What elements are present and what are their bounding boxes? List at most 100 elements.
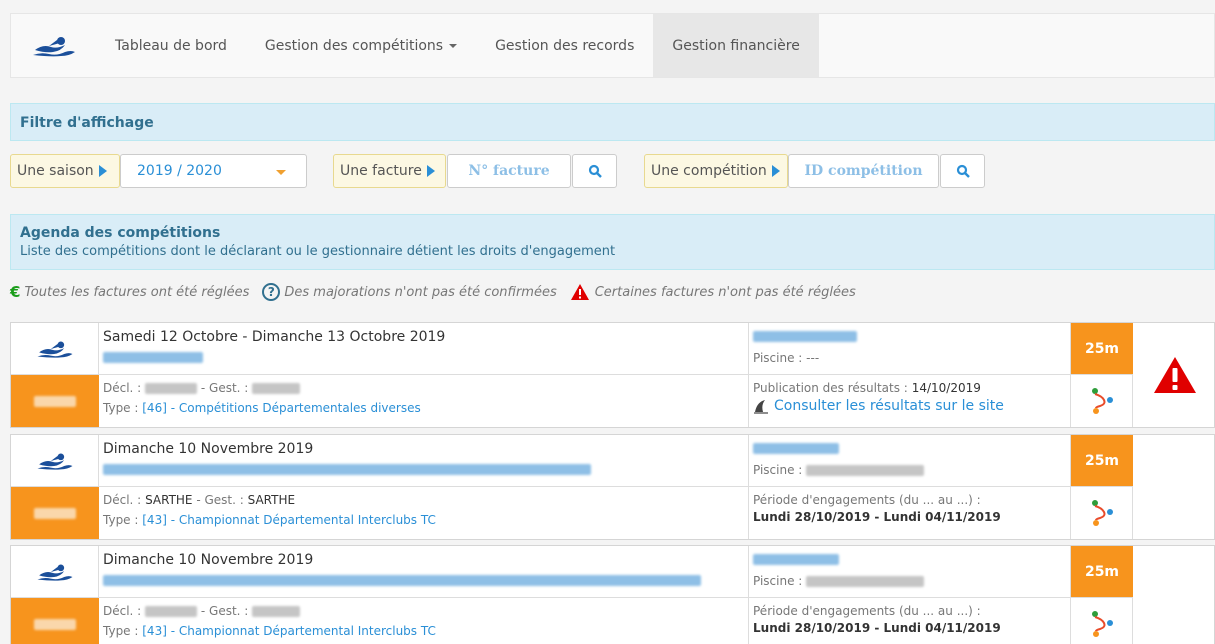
play-arrow-icon bbox=[771, 165, 780, 177]
competition-row[interactable]: Dimanche 10 Novembre 2019 Décl. : SARTHE… bbox=[10, 434, 1215, 540]
agenda-title: Agenda des compétitions bbox=[20, 225, 221, 241]
info-value: Lundi 28/10/2019 - Lundi 04/11/2019 bbox=[753, 510, 1001, 524]
season-label: Une saison bbox=[17, 163, 94, 179]
competition-type-link[interactable]: [43] - Championnat Départemental Intercl… bbox=[142, 513, 436, 527]
info-label: Période d'engagements (du ... au ...) : bbox=[753, 604, 981, 618]
redacted-code bbox=[34, 618, 76, 630]
unpaid-alert[interactable] bbox=[1133, 323, 1215, 427]
invoice-input[interactable]: N° facture bbox=[447, 154, 571, 188]
search-icon bbox=[588, 164, 602, 178]
question-circle-icon: ? bbox=[262, 283, 281, 301]
redacted-name bbox=[103, 464, 591, 475]
invoice-label: Une facture bbox=[340, 163, 422, 179]
competition-heading: Samedi 12 Octobre - Dimanche 13 Octobre … bbox=[99, 323, 749, 375]
venue-city[interactable] bbox=[753, 552, 1066, 566]
app-logo[interactable] bbox=[11, 14, 96, 77]
redacted-code bbox=[34, 507, 76, 519]
legend: € Toutes les factures ont été réglées ? De… bbox=[10, 282, 869, 302]
competition-info: Publication des résultats : 14/10/2019 C… bbox=[749, 375, 1071, 427]
gest-label: - Gest. : bbox=[197, 381, 249, 395]
competition-date: Dimanche 10 Novembre 2019 bbox=[103, 552, 314, 568]
legend-paid: € Toutes les factures ont été réglées bbox=[10, 283, 249, 301]
redacted-decl bbox=[145, 383, 198, 394]
nav-gestion-competitions[interactable]: Gestion des compétitions bbox=[246, 14, 476, 77]
competition-placeholder: ID compétition bbox=[804, 163, 923, 179]
redacted-gest bbox=[252, 383, 301, 394]
route-button[interactable] bbox=[1071, 487, 1133, 539]
competition-code bbox=[11, 598, 99, 644]
info-value: 14/10/2019 bbox=[911, 381, 981, 395]
route-button[interactable] bbox=[1071, 598, 1133, 644]
competition-details: Décl. : - Gest. : Type : [43] - Champion… bbox=[99, 598, 749, 644]
legend-surcharge: ? Des majorations n'ont pas été confirmée… bbox=[262, 283, 557, 301]
competition-name[interactable] bbox=[103, 464, 744, 476]
redacted-name bbox=[103, 575, 701, 586]
nav-label: Tableau de bord bbox=[115, 37, 227, 54]
results-link[interactable]: Consulter les résultats sur le site bbox=[774, 398, 1004, 414]
competition-info: Période d'engagements (du ... au ...) : … bbox=[749, 487, 1071, 539]
redacted-decl bbox=[145, 606, 198, 617]
decl-label: Décl. : bbox=[103, 381, 142, 395]
gest-label: - Gest. : bbox=[197, 604, 249, 618]
info-value: Lundi 28/10/2019 - Lundi 04/11/2019 bbox=[753, 621, 1001, 635]
competition-venue: Piscine : --- bbox=[749, 323, 1071, 375]
competition-type-link[interactable]: [46] - Compétitions Départementales dive… bbox=[142, 401, 420, 415]
redacted-pool bbox=[806, 576, 925, 587]
filter-bar: Une saison 2019 / 2020 Une facture N° fa… bbox=[10, 154, 1215, 188]
decl-value: SARTHE bbox=[145, 493, 193, 507]
venue-city[interactable] bbox=[753, 441, 1066, 455]
competition-id-input[interactable]: ID compétition bbox=[788, 154, 939, 188]
euro-icon: € bbox=[10, 283, 21, 301]
competition-logo bbox=[11, 546, 99, 598]
route-icon bbox=[1091, 388, 1113, 414]
nav-gestion-records[interactable]: Gestion des records bbox=[476, 14, 653, 77]
season-select[interactable]: 2019 / 2020 bbox=[120, 154, 307, 188]
nav-tableau-de-bord[interactable]: Tableau de bord bbox=[96, 14, 246, 77]
redacted-code bbox=[34, 395, 76, 407]
legend-paid-text: Toutes les factures ont été réglées bbox=[24, 284, 250, 300]
season-addon: Une saison bbox=[10, 154, 120, 188]
warning-triangle-icon bbox=[1153, 357, 1196, 393]
route-button[interactable] bbox=[1071, 375, 1133, 427]
shark-fin-icon bbox=[754, 400, 768, 414]
top-navbar: Tableau de bord Gestion des compétitions… bbox=[10, 13, 1215, 78]
invoice-addon: Une facture bbox=[333, 154, 446, 188]
gest-label: - Gest. : bbox=[192, 493, 244, 507]
chevron-down-icon bbox=[276, 170, 286, 175]
competition-search-button[interactable] bbox=[940, 154, 985, 188]
decl-label: Décl. : bbox=[103, 493, 142, 507]
pool-value: --- bbox=[806, 351, 820, 365]
competition-logo bbox=[11, 435, 99, 487]
agenda-panel: Agenda des compétitions Liste des compét… bbox=[10, 214, 1215, 270]
invoice-placeholder: N° facture bbox=[468, 163, 550, 179]
pool-length-badge: 25m bbox=[1071, 323, 1133, 375]
competition-logo bbox=[11, 323, 99, 375]
competition-row[interactable]: Samedi 12 Octobre - Dimanche 13 Octobre … bbox=[10, 322, 1215, 428]
pool-label: Piscine : bbox=[753, 574, 803, 588]
caret-down-icon bbox=[449, 43, 458, 48]
competition-info: Période d'engagements (du ... au ...) : … bbox=[749, 598, 1071, 644]
filter-panel-title: Filtre d'affichage bbox=[10, 103, 1215, 141]
competition-name[interactable] bbox=[103, 352, 744, 364]
redacted-pool bbox=[806, 465, 925, 476]
agenda-subtitle: Liste des compétitions dont le déclarant… bbox=[20, 244, 616, 259]
warning-triangle-icon bbox=[570, 284, 589, 300]
nav-label: Gestion des compétitions bbox=[264, 37, 444, 54]
competition-code bbox=[11, 375, 99, 427]
nav-gestion-financiere[interactable]: Gestion financière bbox=[653, 14, 819, 77]
competition-row[interactable]: Dimanche 10 Novembre 2019 Décl. : - Gest… bbox=[10, 545, 1215, 644]
pool-label: Piscine : bbox=[753, 463, 803, 477]
pool-length-badge: 25m bbox=[1071, 546, 1133, 598]
pool-label: Piscine : bbox=[753, 351, 803, 365]
competition-date: Dimanche 10 Novembre 2019 bbox=[103, 441, 314, 457]
legend-unpaid: Certaines factures n'ont pas été réglées bbox=[570, 283, 856, 301]
legend-unpaid-text: Certaines factures n'ont pas été réglées bbox=[594, 284, 856, 300]
invoice-search-button[interactable] bbox=[572, 154, 617, 188]
competition-details: Décl. : SARTHE - Gest. : SARTHE Type : [… bbox=[99, 487, 749, 539]
venue-city[interactable] bbox=[753, 329, 1066, 343]
competition-name[interactable] bbox=[103, 575, 744, 587]
competition-type-link[interactable]: [43] - Championnat Départemental Intercl… bbox=[142, 624, 436, 638]
route-icon bbox=[1091, 500, 1113, 526]
competition-heading: Dimanche 10 Novembre 2019 bbox=[99, 435, 749, 487]
competition-date: Samedi 12 Octobre - Dimanche 13 Octobre … bbox=[103, 329, 446, 345]
